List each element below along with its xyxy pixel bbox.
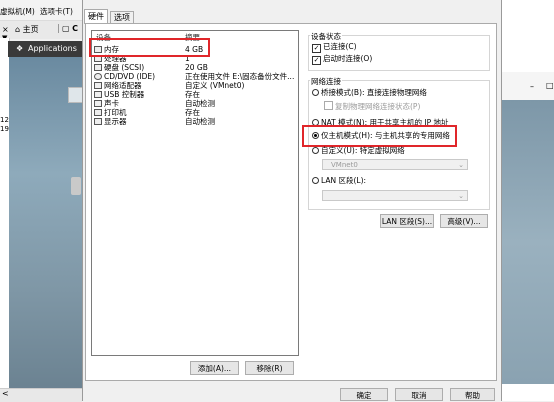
- chevron-down-icon: ⌄: [458, 192, 464, 200]
- side-number-1: 12: [0, 116, 9, 124]
- scroll-left-icon[interactable]: <: [2, 389, 9, 398]
- folder-icon[interactable]: [68, 87, 83, 103]
- replicate-state-checkbox[interactable]: 复制物理网络连接状态(P): [324, 101, 420, 112]
- device-row-printer[interactable]: 打印机 存在: [94, 108, 294, 117]
- help-button[interactable]: 帮助: [450, 388, 495, 401]
- maximize-icon[interactable]: □: [546, 81, 554, 90]
- custom-radio[interactable]: 自定义(U): 特定虚拟网络: [312, 146, 405, 156]
- lan-segment-radio[interactable]: LAN 区段(L):: [312, 176, 366, 186]
- advanced-button[interactable]: 高级(V)...: [440, 214, 488, 228]
- device-row-sound[interactable]: 声卡 自动检测: [94, 99, 294, 108]
- remove-button[interactable]: 移除(R): [245, 361, 294, 375]
- trash-icon[interactable]: [71, 177, 81, 195]
- bridged-radio[interactable]: 桥接模式(B): 直接连接物理网络: [312, 88, 427, 98]
- checkmark-icon: ✓: [312, 44, 321, 53]
- background-statusbar: <: [0, 388, 82, 402]
- usb-icon: [94, 91, 102, 98]
- minimize-icon[interactable]: –: [530, 82, 534, 91]
- chevron-down-icon: ⌄: [458, 161, 464, 169]
- lan-segments-button[interactable]: LAN 区段(S)...: [380, 214, 434, 228]
- device-row-harddisk[interactable]: 硬盘 (SCSI) 20 GB: [94, 63, 294, 72]
- disk-icon: [94, 64, 102, 71]
- device-row-network[interactable]: 网络适配器 自定义 (VMnet0): [94, 81, 294, 90]
- close-icon[interactable]: ×: [2, 25, 9, 34]
- background-menubar: 虚拟机(M) 选项卡(T): [0, 0, 82, 21]
- tab-hardware[interactable]: 硬件: [84, 9, 108, 24]
- menu-tabs[interactable]: 选项卡(T): [40, 6, 73, 17]
- applications-menu[interactable]: ❖ Applications: [8, 41, 82, 57]
- cancel-button[interactable]: 取消: [395, 388, 443, 401]
- device-row-cddvd[interactable]: CD/DVD (IDE) 正在使用文件 E:\固态备份文件...: [94, 72, 294, 81]
- custom-network-select[interactable]: VMnet0 ⌄: [322, 159, 468, 170]
- printer-icon: [94, 109, 102, 116]
- device-row-display[interactable]: 显示器 自动检测: [94, 117, 294, 126]
- display-icon: [94, 118, 102, 125]
- network-connection-title: 网络连接: [310, 76, 342, 87]
- side-number-2: 19: [0, 125, 9, 133]
- connected-checkbox[interactable]: ✓ 已连接(C): [312, 42, 357, 53]
- background-right-desktop: [500, 100, 554, 384]
- add-button[interactable]: 添加(A)...: [190, 361, 239, 375]
- tab-home[interactable]: ⌂ 主页: [15, 24, 39, 35]
- highlight-host-only: [302, 125, 457, 147]
- connect-on-power-checkbox[interactable]: ✓ 启动时连接(O): [312, 54, 372, 65]
- ok-button[interactable]: 确定: [340, 388, 388, 401]
- background-right-toolbar: – □: [500, 72, 554, 101]
- applications-icon: ❖: [16, 44, 24, 53]
- lan-segment-select[interactable]: ⌄: [322, 190, 468, 201]
- tab-options[interactable]: 选项: [110, 11, 134, 23]
- home-icon: ⌂: [15, 25, 21, 34]
- menu-vm[interactable]: 虚拟机(M): [0, 6, 35, 17]
- device-status-title: 设备状态: [310, 31, 342, 42]
- tab-other[interactable]: ▢ C: [58, 24, 78, 33]
- highlight-memory: [89, 38, 210, 57]
- vm-desktop: [9, 57, 83, 390]
- sound-icon: [94, 100, 102, 107]
- checkmark-icon: ✓: [312, 56, 321, 65]
- tab-icon: ▢: [62, 24, 70, 33]
- cd-icon: [94, 73, 102, 80]
- network-icon: [94, 82, 102, 89]
- device-row-usb[interactable]: USB 控制器 存在: [94, 90, 294, 99]
